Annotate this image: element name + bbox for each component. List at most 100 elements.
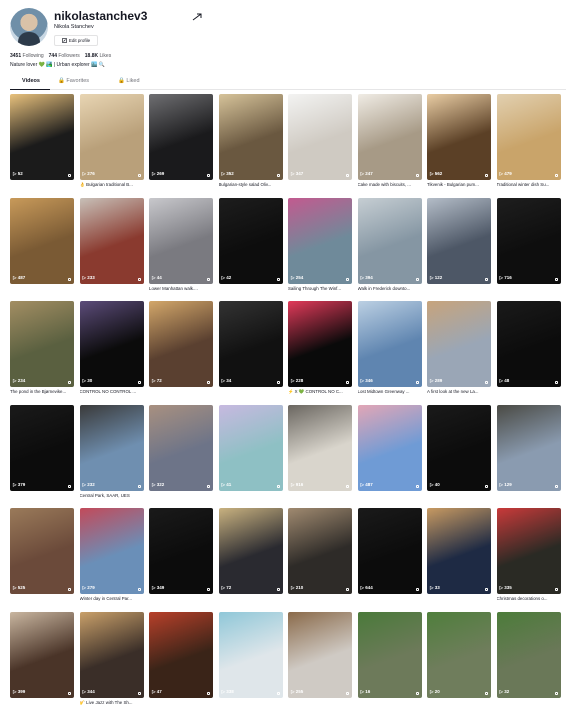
video-thumbnail[interactable]: ▷ 562 bbox=[427, 94, 491, 180]
profile-header: nikolastanchev3 Nikola Stanchev Edit pro… bbox=[10, 8, 566, 73]
video-caption[interactable]: Bulgarian-style salad Oliv... bbox=[219, 182, 283, 187]
video-caption[interactable]: Christmas decorations o... bbox=[497, 596, 561, 601]
video-thumbnail[interactable]: ▷ 16 bbox=[357, 611, 422, 698]
video-thumbnail[interactable]: ▷ 52 bbox=[10, 94, 74, 180]
video-thumbnail[interactable]: ▷ 276 bbox=[79, 94, 144, 180]
privacy-icon bbox=[207, 691, 210, 695]
view-count: ▷ 48 bbox=[499, 378, 510, 383]
avatar[interactable] bbox=[10, 8, 48, 46]
view-count: ▷ 254 bbox=[291, 274, 304, 280]
video-caption[interactable]: Cake made with biscuits, ... bbox=[358, 182, 422, 187]
video-caption[interactable]: Tikvenik - Bulgarian pum... bbox=[427, 182, 491, 187]
view-count: ▷ 352 bbox=[221, 171, 234, 176]
video-thumbnail[interactable]: ▷ 47 bbox=[149, 611, 213, 698]
view-count: ▷ 525 bbox=[13, 585, 26, 590]
video-thumbnail[interactable]: ▷ 289 bbox=[427, 301, 491, 387]
video-thumbnail[interactable]: ▷ 322 bbox=[149, 404, 213, 491]
video-caption[interactable]: 🎷 Live Jazz with The Sh... bbox=[80, 700, 144, 706]
view-count: ▷ 30 bbox=[82, 378, 93, 383]
video-thumbnail[interactable]: ▷ 41 bbox=[218, 404, 283, 491]
video-caption[interactable]: The pond in the Bjørnevike... bbox=[10, 389, 74, 394]
video-thumbnail[interactable]: ▷ 394 bbox=[357, 197, 422, 284]
video-thumbnail[interactable]: ▷ 122 bbox=[427, 197, 491, 284]
video-thumbnail[interactable]: ▷ 379 bbox=[10, 404, 74, 491]
privacy-icon bbox=[207, 277, 210, 281]
video-thumbnail[interactable]: ▷ 210 bbox=[288, 508, 352, 594]
video-thumbnail[interactable]: ▷ 916 bbox=[288, 404, 352, 491]
video-thumbnail[interactable]: ▷ 233 bbox=[79, 197, 144, 284]
privacy-icon bbox=[68, 174, 71, 177]
video-thumbnail[interactable]: ▷ 232 bbox=[79, 404, 144, 491]
video-thumbnail[interactable]: ▷ 30 bbox=[79, 301, 144, 387]
view-count: ▷ 210 bbox=[291, 585, 304, 590]
video-thumbnail[interactable]: ▷ 716 bbox=[496, 197, 561, 284]
view-count: ▷ 255 bbox=[291, 688, 304, 694]
video-thumbnail[interactable]: ▷ 279 bbox=[79, 508, 144, 594]
video-caption[interactable]: Sailing Through The Winf... bbox=[288, 286, 352, 291]
privacy-icon bbox=[485, 381, 488, 384]
video-caption[interactable]: Walk in Frederick downto... bbox=[358, 286, 422, 291]
video-thumbnail[interactable]: ▷ 34 bbox=[218, 301, 283, 387]
video-thumbnail[interactable]: ▷ 344 bbox=[79, 611, 144, 698]
video-thumbnail[interactable]: ▷ 479 bbox=[496, 94, 561, 180]
view-count: ▷ 33 bbox=[430, 585, 440, 590]
video-thumbnail[interactable]: ▷ 347 bbox=[288, 94, 352, 180]
video-thumbnail[interactable]: ▷ 44 bbox=[149, 197, 213, 284]
video-thumbnail[interactable]: ▷ 269 bbox=[149, 94, 213, 180]
share-icon[interactable] bbox=[192, 12, 202, 22]
video-thumbnail[interactable]: ▷ 644 bbox=[357, 508, 422, 594]
video-caption[interactable]: Lower Manhattan walk.... bbox=[149, 286, 213, 291]
view-count: ▷ 234 bbox=[13, 378, 26, 383]
video-thumbnail[interactable]: ▷ 234 bbox=[10, 301, 74, 387]
privacy-icon bbox=[207, 381, 210, 384]
video-thumbnail[interactable]: ▷ 33 bbox=[427, 508, 491, 594]
privacy-icon bbox=[554, 691, 558, 695]
video-thumbnail[interactable]: ▷ 487 bbox=[357, 404, 422, 491]
video-caption[interactable]: 👌 Bulgarian traditional B... bbox=[80, 182, 144, 188]
edit-profile-button[interactable]: Edit profile bbox=[54, 35, 98, 46]
video-thumbnail[interactable]: ▷ 487 bbox=[10, 197, 74, 284]
view-count: ▷ 562 bbox=[430, 171, 443, 176]
video-thumbnail[interactable]: ▷ 42 bbox=[218, 197, 283, 284]
video-thumbnail[interactable]: ▷ 399 bbox=[10, 611, 74, 698]
privacy-icon bbox=[485, 691, 488, 695]
privacy-icon bbox=[554, 174, 558, 177]
video-thumbnail[interactable]: ▷ 32 bbox=[496, 611, 561, 698]
video-caption[interactable]: Central Park, SAAR, UES bbox=[80, 493, 144, 498]
video-thumbnail[interactable]: ▷ 346 bbox=[357, 301, 422, 387]
video-thumbnail[interactable]: ▷ 20 bbox=[427, 611, 491, 698]
tab-favorites[interactable]: 🔒 Favorites bbox=[58, 78, 89, 90]
video-thumbnail[interactable]: ▷ 247 bbox=[357, 94, 422, 180]
video-thumbnail[interactable]: ▷ 254 bbox=[288, 197, 352, 284]
video-thumbnail[interactable]: ▷ 335 bbox=[496, 508, 561, 594]
privacy-icon bbox=[276, 277, 280, 281]
privacy-icon bbox=[346, 588, 349, 591]
privacy-icon bbox=[137, 691, 141, 695]
video-thumbnail[interactable]: ▷ 40 bbox=[427, 404, 491, 491]
video-thumbnail[interactable]: ▷ 48 bbox=[496, 301, 561, 387]
video-thumbnail[interactable]: ▷ 255 bbox=[288, 611, 352, 698]
video-thumbnail[interactable]: ▷ 129 bbox=[496, 404, 561, 491]
following-stat[interactable]: 3451 Following bbox=[10, 53, 44, 59]
video-caption[interactable]: Lost Midtown Greenway ... bbox=[358, 389, 422, 394]
privacy-icon bbox=[415, 277, 419, 281]
video-caption[interactable]: Winter day in Central Par... bbox=[80, 596, 144, 601]
view-count: ▷ 41 bbox=[221, 481, 232, 487]
video-caption[interactable]: CONTROL NO CONTROL ... bbox=[80, 389, 144, 394]
video-thumbnail[interactable]: ▷ 72 bbox=[218, 508, 283, 594]
video-thumbnail[interactable]: ▷ 72 bbox=[149, 301, 213, 387]
view-count: ▷ 228 bbox=[291, 378, 304, 383]
view-count: ▷ 129 bbox=[499, 481, 512, 487]
video-thumbnail[interactable]: ▷ 338 bbox=[218, 611, 283, 698]
video-caption[interactable]: A first look at the new La... bbox=[427, 389, 491, 394]
followers-stat[interactable]: 744 Followers bbox=[49, 53, 80, 59]
video-caption[interactable]: ⚡ X 💚 CONTROL NO C... bbox=[288, 389, 352, 395]
video-thumbnail[interactable]: ▷ 349 bbox=[149, 508, 213, 594]
video-caption[interactable]: Traditional winter dish Su... bbox=[497, 182, 561, 187]
video-thumbnail[interactable]: ▷ 525 bbox=[10, 508, 74, 594]
privacy-icon bbox=[68, 484, 71, 488]
video-thumbnail[interactable]: ▷ 352 bbox=[218, 94, 283, 180]
tab-liked[interactable]: 🔒 Liked bbox=[118, 78, 140, 90]
privacy-icon bbox=[68, 691, 71, 695]
video-thumbnail[interactable]: ▷ 228 bbox=[288, 301, 352, 387]
